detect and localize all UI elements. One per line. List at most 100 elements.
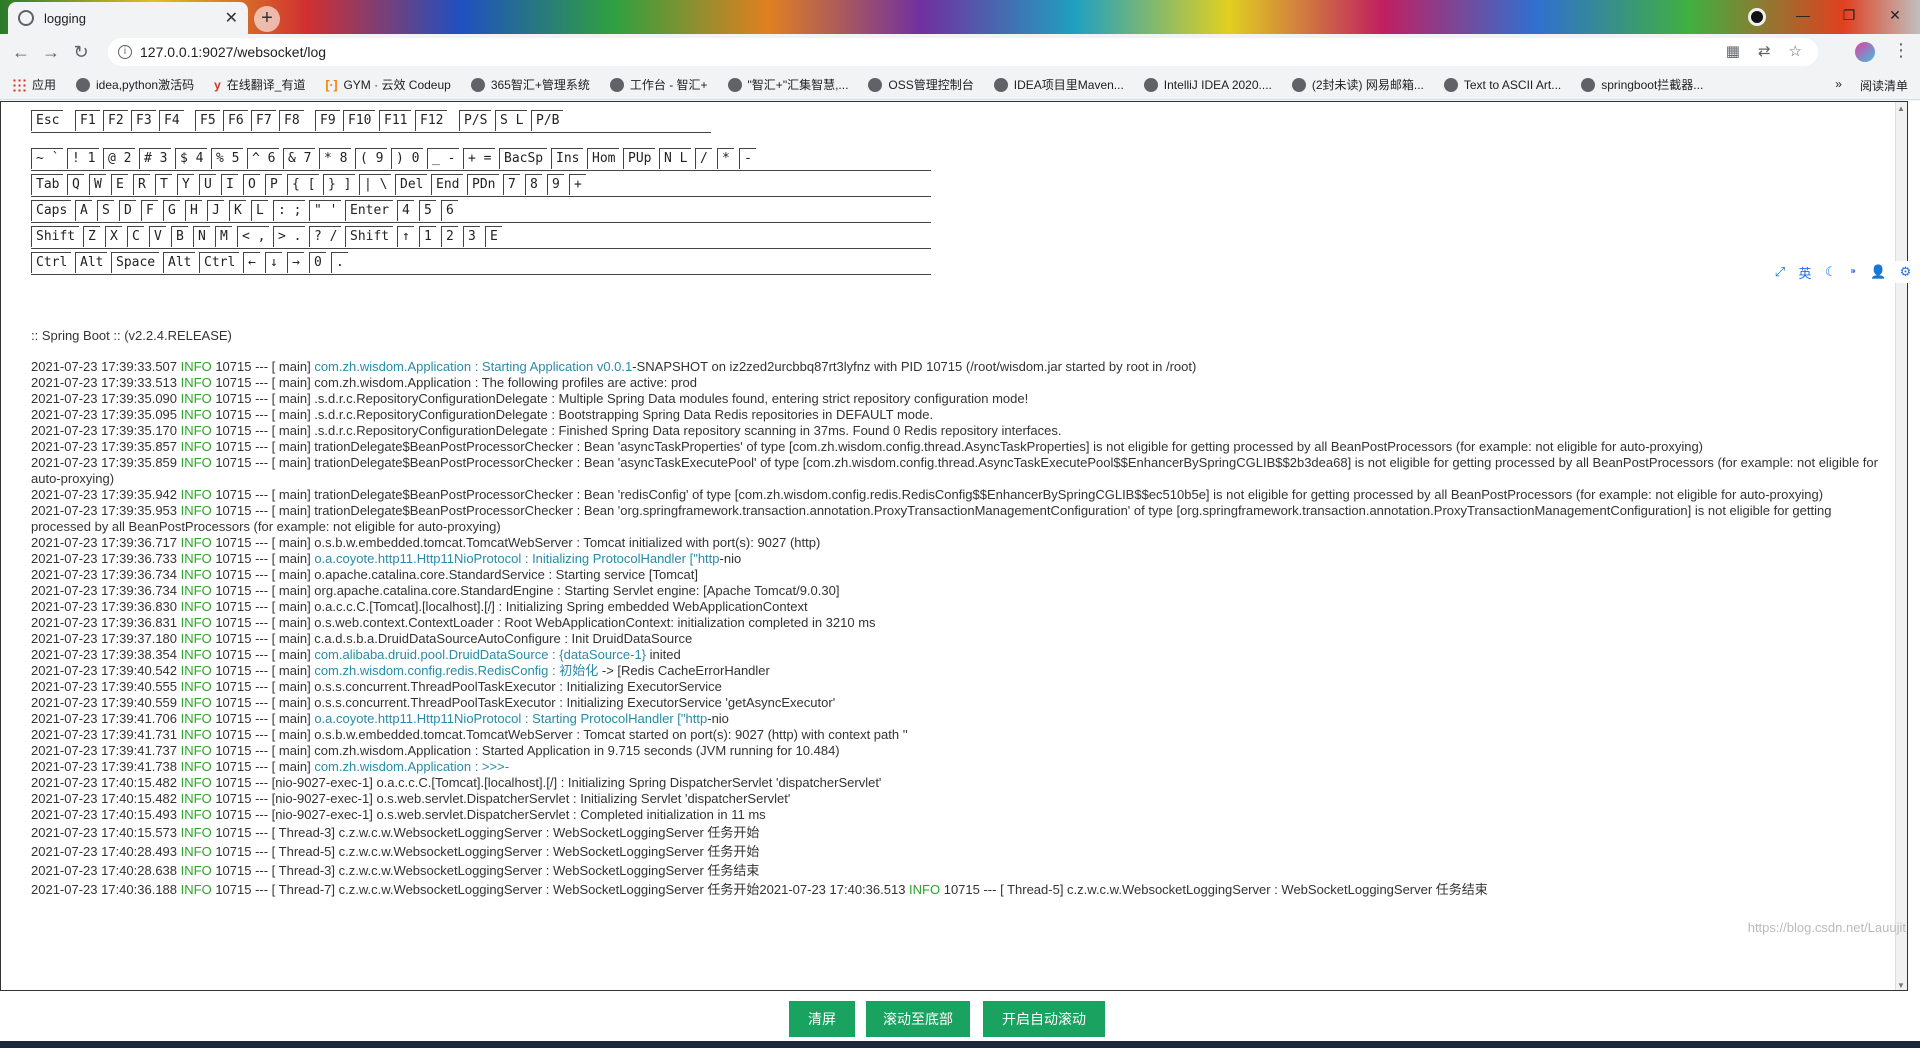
banner-key: 5 <box>419 200 436 221</box>
banner-key: Hom <box>587 148 620 169</box>
punctuation-icon[interactable]: ⁍ <box>1850 264 1857 280</box>
banner-key: % 5 <box>211 148 244 169</box>
expand-icon[interactable]: ⤢ <box>1775 264 1785 280</box>
url-text[interactable]: 127.0.0.1:9027/websocket/log <box>140 44 326 60</box>
log-line: 2021-07-23 17:39:33.513 INFO 10715 --- [… <box>31 375 1881 391</box>
log-message: 10715 --- [nio-9027-exec-1] o.s.web.serv… <box>211 791 791 806</box>
banner-key: 3 <box>463 226 480 247</box>
scroll-down-icon[interactable]: ▼ <box>1897 981 1905 990</box>
translate-icon[interactable]: ⇄ <box>1758 42 1771 60</box>
log-timestamp: 2021-07-23 17:40:28.493 <box>31 844 178 859</box>
apps-grid-icon <box>12 77 26 92</box>
language-toggle[interactable]: 英 <box>1799 263 1812 282</box>
bookmark-item[interactable]: "智汇+"汇集智慧,... <box>727 76 848 93</box>
log-message-tail: -nio <box>707 711 729 726</box>
log-line: 2021-07-23 17:39:36.717 INFO 10715 --- [… <box>31 535 1881 551</box>
moon-icon[interactable]: ☾ <box>1825 264 1837 280</box>
bookmark-item[interactable]: y 在线翻译_有道 <box>214 76 305 93</box>
banner-key: E <box>111 174 128 195</box>
browser-tab[interactable]: logging ✕ <box>8 2 248 34</box>
log-level: INFO <box>180 375 212 390</box>
new-tab-button[interactable]: + <box>254 6 280 32</box>
log-level: INFO <box>180 663 212 678</box>
log-message: 10715 --- [ main] <box>211 359 315 374</box>
reload-icon[interactable]: ↻ <box>66 42 96 63</box>
log-timestamp: 2021-07-23 17:39:35.095 <box>31 407 178 422</box>
log-line: 2021-07-23 17:39:37.180 INFO 10715 --- [… <box>31 631 1881 647</box>
banner-key: A <box>75 200 92 221</box>
ime-toolbar: ⤢ 英 ☾ ⁍ 👤 ⚙ <box>1768 261 1918 283</box>
auto-scroll-button[interactable]: 开启自动滚动 <box>983 1001 1105 1037</box>
banner-key: H <box>185 200 202 221</box>
bookmark-apps[interactable]: 应用 <box>12 76 56 93</box>
banner-key: L <box>251 200 268 221</box>
log-line: 2021-07-23 17:39:36.831 INFO 10715 --- [… <box>31 615 1881 631</box>
log-message-tail: -nio <box>719 551 742 566</box>
back-arrow-icon[interactable]: ← <box>6 42 36 63</box>
close-window-button[interactable]: ✕ <box>1872 0 1918 30</box>
log-line: 2021-07-23 17:40:15.482 INFO 10715 --- [… <box>31 775 1881 791</box>
banner-key: G <box>163 200 180 221</box>
bookmark-star-icon[interactable]: ☆ <box>1789 42 1802 60</box>
bookmark-item[interactable]: 工作台 - 智汇+ <box>609 76 708 93</box>
bookmarks-overflow-button[interactable]: » <box>1835 77 1842 94</box>
globe-icon <box>868 77 883 92</box>
banner-key: & 7 <box>283 148 316 169</box>
scroll-to-bottom-button[interactable]: 滚动至底部 <box>866 1001 970 1037</box>
banner-key: $ 4 <box>175 148 208 169</box>
log-message: 10715 --- [nio-9027-exec-1] o.a.c.c.C.[T… <box>211 775 882 790</box>
watermark: https://blog.csdn.net/Lauujit <box>1747 920 1906 935</box>
settings-gear-icon[interactable]: ⚙ <box>1900 264 1912 280</box>
log-message: 10715 --- [ main] o.apache.catalina.core… <box>211 567 698 582</box>
log-line: 2021-07-23 17:39:35.095 INFO 10715 --- [… <box>31 407 1881 423</box>
log-level: INFO <box>909 882 941 897</box>
bookmark-item[interactable]: Text to ASCII Art... <box>1443 77 1561 92</box>
user-icon[interactable]: 👤 <box>1870 264 1886 280</box>
tab-close-icon[interactable]: ✕ <box>225 8 238 28</box>
bookmark-item[interactable]: 365智汇+管理系统 <box>470 76 590 93</box>
media-control-icon[interactable] <box>1748 8 1766 26</box>
minimize-button[interactable]: — <box>1780 0 1826 30</box>
address-bar[interactable]: i 127.0.0.1:9027/websocket/log ▦ ⇄ ☆ <box>108 38 1818 66</box>
clear-screen-button[interactable]: 清屏 <box>789 1001 855 1037</box>
log-timestamp: 2021-07-23 17:39:33.513 <box>31 375 178 390</box>
reading-list-button[interactable]: 阅读清单 <box>1860 77 1908 94</box>
banner-key: Enter <box>345 200 394 221</box>
log-line: 2021-07-23 17:39:41.706 INFO 10715 --- [… <box>31 711 1881 727</box>
banner-key: P/S <box>459 110 492 131</box>
maximize-button[interactable]: ❐ <box>1826 0 1872 30</box>
log-timestamp: 2021-07-23 17:39:41.731 <box>31 727 178 742</box>
log-message: 10715 --- [ main] o.s.s.concurrent.Threa… <box>211 679 722 694</box>
banner-key: F9 <box>315 110 340 131</box>
codeup-icon: [·] <box>325 77 338 92</box>
banner-key: F3 <box>131 110 156 131</box>
banner-key: F4 <box>159 110 184 131</box>
bookmark-item[interactable]: OSS管理控制台 <box>868 76 974 93</box>
bookmark-item[interactable]: [·] GYM · 云效 Codeup <box>325 76 450 93</box>
bookmark-item[interactable]: IntelliJ IDEA 2020.... <box>1143 77 1272 92</box>
log-scrollbar[interactable]: ▲ ▼ <box>1895 102 1907 990</box>
banner-key: F7 <box>251 110 276 131</box>
banner-key: 6 <box>441 200 458 221</box>
globe-icon <box>1143 77 1158 92</box>
log-message: 10715 --- [ main] trationDelegate$BeanPo… <box>31 455 1882 486</box>
log-message: 10715 --- [ main] o.s.b.w.embedded.tomca… <box>211 535 821 550</box>
bookmark-item[interactable]: IDEA项目里Maven... <box>993 76 1124 93</box>
site-info-icon[interactable]: i <box>118 45 132 59</box>
log-message: 10715 --- [ main] <box>211 711 315 726</box>
bookmark-item[interactable]: (2封未读) 网易邮箱... <box>1291 76 1424 93</box>
browser-menu-icon[interactable]: ⋮ <box>1892 40 1910 61</box>
scroll-up-icon[interactable]: ▲ <box>1897 104 1905 113</box>
log-message-tail: -> [Redis CacheErrorHandler <box>598 663 770 678</box>
profile-avatar[interactable] <box>1855 42 1875 62</box>
log-container[interactable]: Esc F1 F2 F3 F4 F5 F6 F7 F8 F9 F10 F11 F12 P/S S L P/B ~… <box>0 101 1908 991</box>
forward-arrow-icon[interactable]: → <box>36 42 66 63</box>
log-line: 2021-07-23 17:39:41.737 INFO 10715 --- [… <box>31 743 1881 759</box>
log-line: 2021-07-23 17:40:15.482 INFO 10715 --- [… <box>31 791 1881 807</box>
bookmark-item[interactable]: springboot拦截器... <box>1581 76 1703 93</box>
log-message: 10715 --- [ main] o.a.c.c.C.[Tomcat].[lo… <box>211 599 808 614</box>
qr-code-icon[interactable]: ▦ <box>1726 42 1740 60</box>
log-line: 2021-07-23 17:39:41.738 INFO 10715 --- [… <box>31 759 1881 775</box>
log-line: 2021-07-23 17:39:35.953 INFO 10715 --- [… <box>31 503 1881 535</box>
bookmark-item[interactable]: idea,python激活码 <box>76 76 194 93</box>
